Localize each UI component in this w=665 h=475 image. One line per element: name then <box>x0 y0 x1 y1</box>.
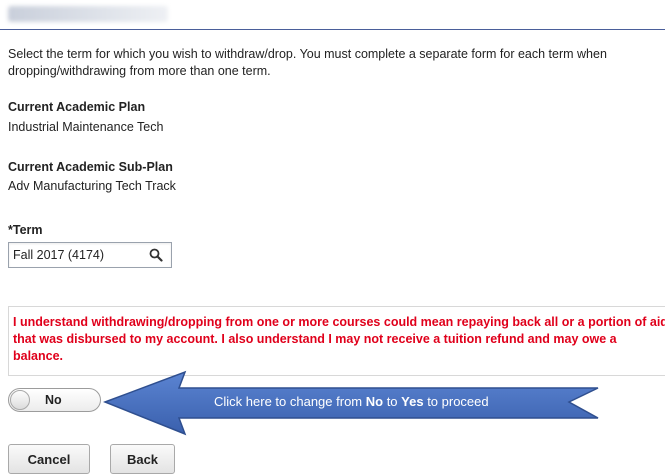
term-label: *Term <box>8 223 43 237</box>
acknowledge-toggle[interactable]: No <box>8 388 101 412</box>
term-value[interactable]: Fall 2017 (4174) <box>13 248 104 262</box>
term-field[interactable]: Fall 2017 (4174) <box>8 242 172 268</box>
header-divider <box>0 29 665 30</box>
academic-plan-label: Current Academic Plan <box>8 100 146 114</box>
academic-subplan-value: Adv Manufacturing Tech Track <box>8 179 176 193</box>
aid-warning-box: I understand withdrawing/dropping from o… <box>8 306 665 376</box>
toggle-label: No <box>45 393 62 407</box>
callout-suffix: to proceed <box>423 394 489 409</box>
back-button[interactable]: Back <box>110 444 175 474</box>
callout-text: Click here to change from No to Yes to p… <box>214 394 554 409</box>
instructions-text: Select the term for which you wish to wi… <box>8 47 607 78</box>
callout-from: No <box>365 394 384 409</box>
toggle-knob[interactable] <box>10 390 30 410</box>
callout-middle: to <box>383 394 402 409</box>
cancel-button[interactable]: Cancel <box>8 444 90 474</box>
academic-subplan-label: Current Academic Sub-Plan <box>8 160 173 174</box>
search-icon[interactable] <box>149 248 163 262</box>
callout-prefix: Click here to change from <box>214 394 366 409</box>
academic-plan-value: Industrial Maintenance Tech <box>8 120 164 134</box>
callout-to: Yes <box>401 394 424 409</box>
aid-warning-text: I understand withdrawing/dropping from o… <box>13 315 665 363</box>
blurred-page-title <box>8 6 168 22</box>
